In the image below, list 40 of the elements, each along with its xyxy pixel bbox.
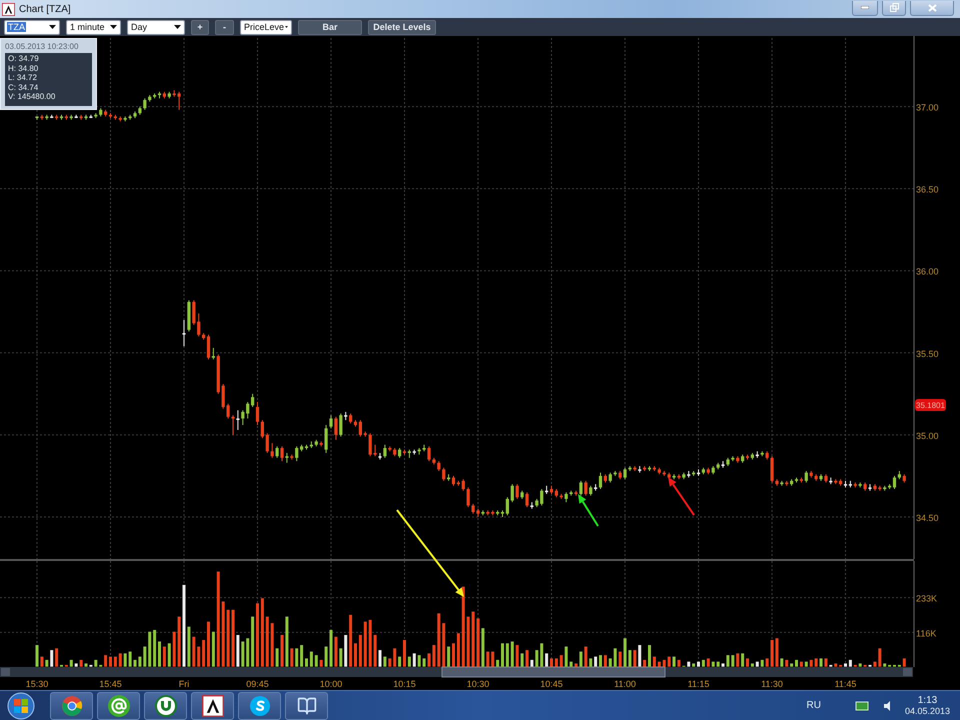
price-axis-label: 34.50 — [916, 512, 939, 523]
delete-levels-button[interactable]: Delete Levels — [368, 20, 436, 34]
tooltip-timestamp: 03.05.2013 10:23:00 — [5, 42, 80, 51]
ohlc-value: V: 145480.00 — [8, 92, 56, 102]
time-axis-label: 10:15 — [393, 679, 416, 689]
chart-type-button[interactable]: Bar — [298, 20, 362, 34]
price-axis-label: 36.00 — [916, 266, 939, 277]
range-dropdown[interactable]: Day — [127, 20, 185, 34]
time-axis-label: 11:15 — [688, 679, 710, 689]
last-price-badge: 35.1801 — [915, 399, 946, 411]
ohlc-value: H: 34.80 — [8, 64, 40, 74]
time-axis-label: 09:45 — [246, 679, 269, 689]
time-axis-label: 11:45 — [834, 679, 856, 689]
clock[interactable]: 1:13 04.05.2013 — [898, 695, 956, 716]
ohlc-value: O: 34.79 — [8, 54, 40, 64]
time-axis-label: 10:45 — [540, 679, 563, 689]
clock-time: 1:13 — [918, 695, 938, 706]
price-axis-label: 35.50 — [916, 348, 939, 359]
time-axis-label: 15:30 — [26, 679, 48, 689]
ohlc-value: L: 34.72 — [8, 73, 38, 83]
clock-date: 04.05.2013 — [904, 706, 950, 716]
time-axis-label: 11:30 — [761, 679, 783, 689]
volume-axis-label: 233K — [916, 594, 938, 604]
window-title: Chart [TZA] — [19, 4, 71, 14]
price-axis-label: 37.00 — [916, 102, 939, 113]
time-axis-label: Fri — [178, 679, 190, 689]
time-axis-label: 10:30 — [466, 679, 490, 689]
ohlc-value: C: 34.74 — [8, 82, 40, 92]
time-axis-label: 15:45 — [99, 679, 122, 689]
study-dropdown[interactable]: PriceLeve — [240, 20, 292, 34]
volume-axis-label: 116K — [916, 628, 936, 638]
time-axis-label: 10:00 — [320, 679, 342, 689]
zoom-out-button[interactable]: - — [215, 20, 234, 34]
price-axis-label: 36.50 — [916, 184, 939, 195]
language-indicator[interactable]: RU — [806, 700, 821, 711]
zoom-in-button[interactable]: + — [191, 20, 209, 34]
time-axis-label: 11:00 — [614, 679, 636, 689]
price-axis-label: 35.00 — [916, 430, 939, 441]
symbol-dropdown[interactable]: TZA — [4, 20, 60, 34]
interval-dropdown[interactable]: 1 minute — [66, 20, 121, 34]
